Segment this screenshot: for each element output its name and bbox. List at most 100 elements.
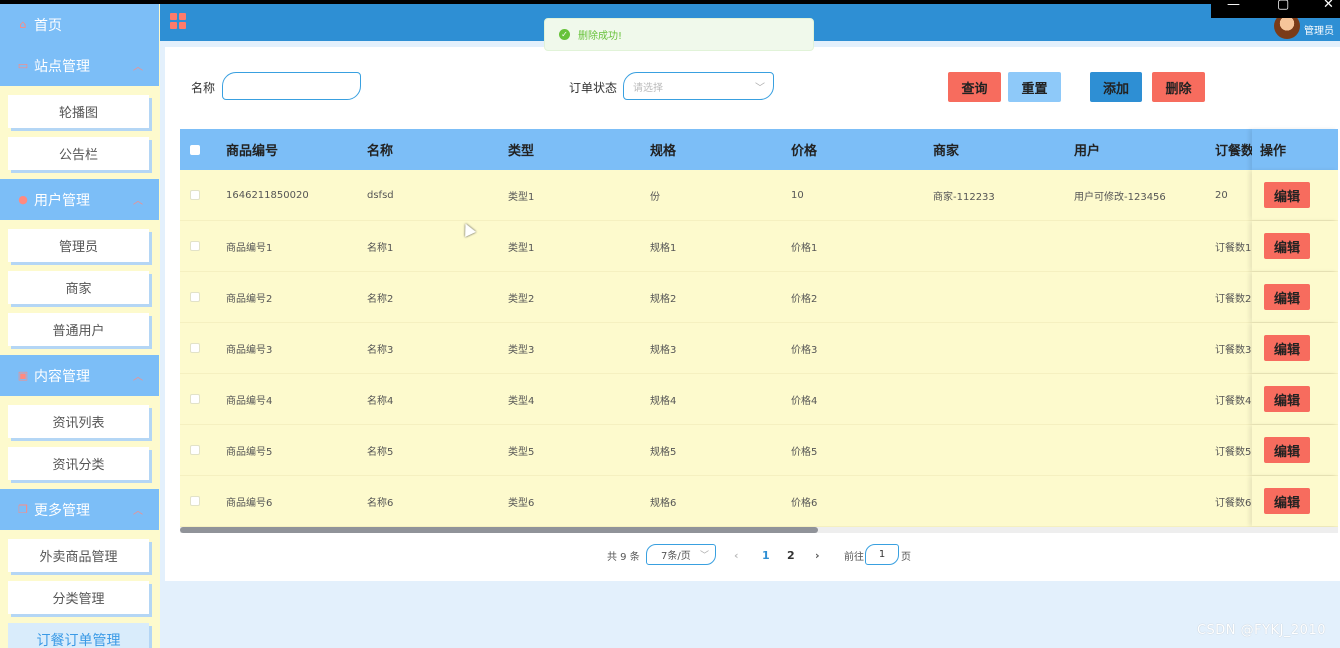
table-cell: 规格5 <box>650 446 677 458</box>
edit-button[interactable]: 编辑 <box>1264 182 1310 208</box>
sidebar-item-merchant[interactable]: 商家 <box>8 271 149 304</box>
table-cell: 商品编号3 <box>226 344 273 356</box>
edit-button[interactable]: 编辑 <box>1264 284 1310 310</box>
page-2[interactable]: 2 <box>787 544 795 566</box>
table-cell: 用户可修改-123456 <box>1074 191 1166 203</box>
table-cell: 商品编号6 <box>226 497 273 509</box>
sidebar-group-content[interactable]: ▣ 内容管理 ︿ <box>0 355 159 396</box>
table-row[interactable]: 商品编号6 名称6 类型6 规格6 价格6 订餐数6 编辑 <box>180 476 1338 527</box>
op-cell: 编辑 <box>1252 374 1338 424</box>
row-checkbox[interactable] <box>190 496 200 506</box>
sidebar-group-label: 更多管理 <box>34 502 90 519</box>
sidebar-item-orders[interactable]: 订餐订单管理 <box>8 623 149 648</box>
table-cell: 类型6 <box>508 497 535 509</box>
orders-table: 商品编号 名称 类型 规格 价格 商家 用户 订餐数 操作 1646211850… <box>180 129 1338 527</box>
row-checkbox[interactable] <box>190 292 200 302</box>
table-row[interactable]: 商品编号1 名称1 类型1 规格1 价格1 订餐数1 编辑 <box>180 221 1338 272</box>
table-cell: 名称4 <box>367 395 394 407</box>
edit-button[interactable]: 编辑 <box>1264 233 1310 259</box>
reset-button[interactable]: 重置 <box>1008 72 1061 102</box>
select-all-checkbox[interactable] <box>190 145 200 155</box>
table-cell: 价格5 <box>791 446 818 458</box>
table-cell: 份 <box>650 191 660 203</box>
chevron-down-icon: ﹀ <box>755 83 765 94</box>
page-size-select[interactable]: 7条/页 ﹀ <box>646 544 716 565</box>
sidebar-item-news-category[interactable]: 资讯分类 <box>8 447 149 480</box>
table-cell: 规格6 <box>650 497 677 509</box>
chevron-up-icon: ︿ <box>133 506 143 517</box>
table-cell: 价格1 <box>791 242 818 254</box>
menu-grid-icon[interactable] <box>170 13 186 29</box>
sidebar-group-site[interactable]: ▭ 站点管理 ︿ <box>0 45 159 86</box>
content-icon: ▣ <box>17 369 29 382</box>
table-row[interactable]: 商品编号2 名称2 类型2 规格2 价格2 订餐数2 编辑 <box>180 272 1338 323</box>
check-circle-icon: ✓ <box>559 29 570 40</box>
goto-label: 前往 <box>844 551 864 563</box>
order-status-select[interactable]: 请选择 ﹀ <box>623 72 774 100</box>
row-checkbox[interactable] <box>190 241 200 251</box>
sidebar-group-users[interactable]: ● 用户管理 ︿ <box>0 179 159 220</box>
order-status-placeholder: 请选择 <box>633 82 663 94</box>
query-button[interactable]: 查询 <box>948 72 1001 102</box>
op-cell: 编辑 <box>1252 170 1338 220</box>
sidebar-item-category[interactable]: 分类管理 <box>8 581 149 614</box>
table-cell: dsfsd <box>367 189 394 201</box>
col-header: 用户 <box>1074 144 1101 159</box>
col-header: 商家 <box>933 144 960 159</box>
table-row[interactable]: 商品编号3 名称3 类型3 规格3 价格3 订餐数3 编辑 <box>180 323 1338 374</box>
delete-button[interactable]: 删除 <box>1152 72 1205 102</box>
horizontal-scrollbar[interactable] <box>180 527 1338 533</box>
sidebar-item-takeout-goods[interactable]: 外卖商品管理 <box>8 539 149 572</box>
table-header: 商品编号 名称 类型 规格 价格 商家 用户 订餐数 操作 <box>180 129 1338 170</box>
minimize-icon[interactable]: — <box>1227 0 1240 12</box>
table-cell: 规格3 <box>650 344 677 356</box>
sidebar-item-news-list[interactable]: 资讯列表 <box>8 405 149 438</box>
next-page-icon[interactable]: › <box>815 544 820 566</box>
table-cell: 名称3 <box>367 344 394 356</box>
sidebar-home[interactable]: ⌂ 首页 <box>0 4 159 45</box>
table-cell: 价格2 <box>791 293 818 305</box>
table-cell: 商品编号4 <box>226 395 273 407</box>
name-input[interactable] <box>222 72 361 100</box>
sidebar-item-carousel[interactable]: 轮播图 <box>8 95 149 128</box>
add-button[interactable]: 添加 <box>1090 72 1142 102</box>
table-cell: 订餐数5 <box>1215 446 1252 458</box>
edit-button[interactable]: 编辑 <box>1264 488 1310 514</box>
op-header-cell: 操作 <box>1252 129 1338 170</box>
col-header: 规格 <box>650 144 677 159</box>
sidebar-group-more[interactable]: ❐ 更多管理 ︿ <box>0 489 159 530</box>
table-row[interactable]: 商品编号4 名称4 类型4 规格4 价格4 订餐数4 编辑 <box>180 374 1338 425</box>
watermark: CSDN @FYKJ_2010 <box>1196 623 1326 638</box>
row-checkbox[interactable] <box>190 445 200 455</box>
row-checkbox[interactable] <box>190 343 200 353</box>
edit-button[interactable]: 编辑 <box>1264 335 1310 361</box>
sidebar-item-normal-user[interactable]: 普通用户 <box>8 313 149 346</box>
sidebar-item-admin[interactable]: 管理员 <box>8 229 149 262</box>
sidebar: ⌂ 首页 ▭ 站点管理 ︿ 轮播图 公告栏 ● 用户管理 ︿ 管理员 商家 普通… <box>0 4 160 648</box>
table-cell: 商品编号5 <box>226 446 273 458</box>
table-row[interactable]: 商品编号5 名称5 类型5 规格5 价格5 订餐数5 编辑 <box>180 425 1338 476</box>
prev-page-icon[interactable]: ‹ <box>734 544 739 566</box>
page-1[interactable]: 1 <box>762 544 770 566</box>
table-cell: 类型1 <box>508 191 535 203</box>
close-icon[interactable]: ✕ <box>1323 0 1334 12</box>
goto-page-input[interactable]: 1 <box>865 544 899 565</box>
row-checkbox[interactable] <box>190 394 200 404</box>
row-checkbox[interactable] <box>190 190 200 200</box>
sidebar-group-label: 站点管理 <box>34 58 90 75</box>
edit-button[interactable]: 编辑 <box>1264 386 1310 412</box>
table-cell: 名称6 <box>367 497 394 509</box>
table-row[interactable]: 1646211850020 dsfsd 类型1 份 10 商家-112233 用户可修改-1… <box>180 170 1338 221</box>
edit-button[interactable]: 编辑 <box>1264 437 1310 463</box>
col-header: 订餐数 <box>1215 144 1252 159</box>
scrollbar-thumb[interactable] <box>180 527 818 533</box>
table-cell: 名称2 <box>367 293 394 305</box>
admin-name[interactable]: 管理员 <box>1304 22 1334 37</box>
op-cell: 编辑 <box>1252 425 1338 475</box>
table-cell: 规格4 <box>650 395 677 407</box>
col-header: 价格 <box>791 144 818 159</box>
maximize-icon[interactable]: ▢ <box>1277 0 1289 12</box>
table-cell: 商家-112233 <box>933 191 995 203</box>
sidebar-item-notice[interactable]: 公告栏 <box>8 137 149 170</box>
sidebar-home-label: 首页 <box>34 17 62 34</box>
